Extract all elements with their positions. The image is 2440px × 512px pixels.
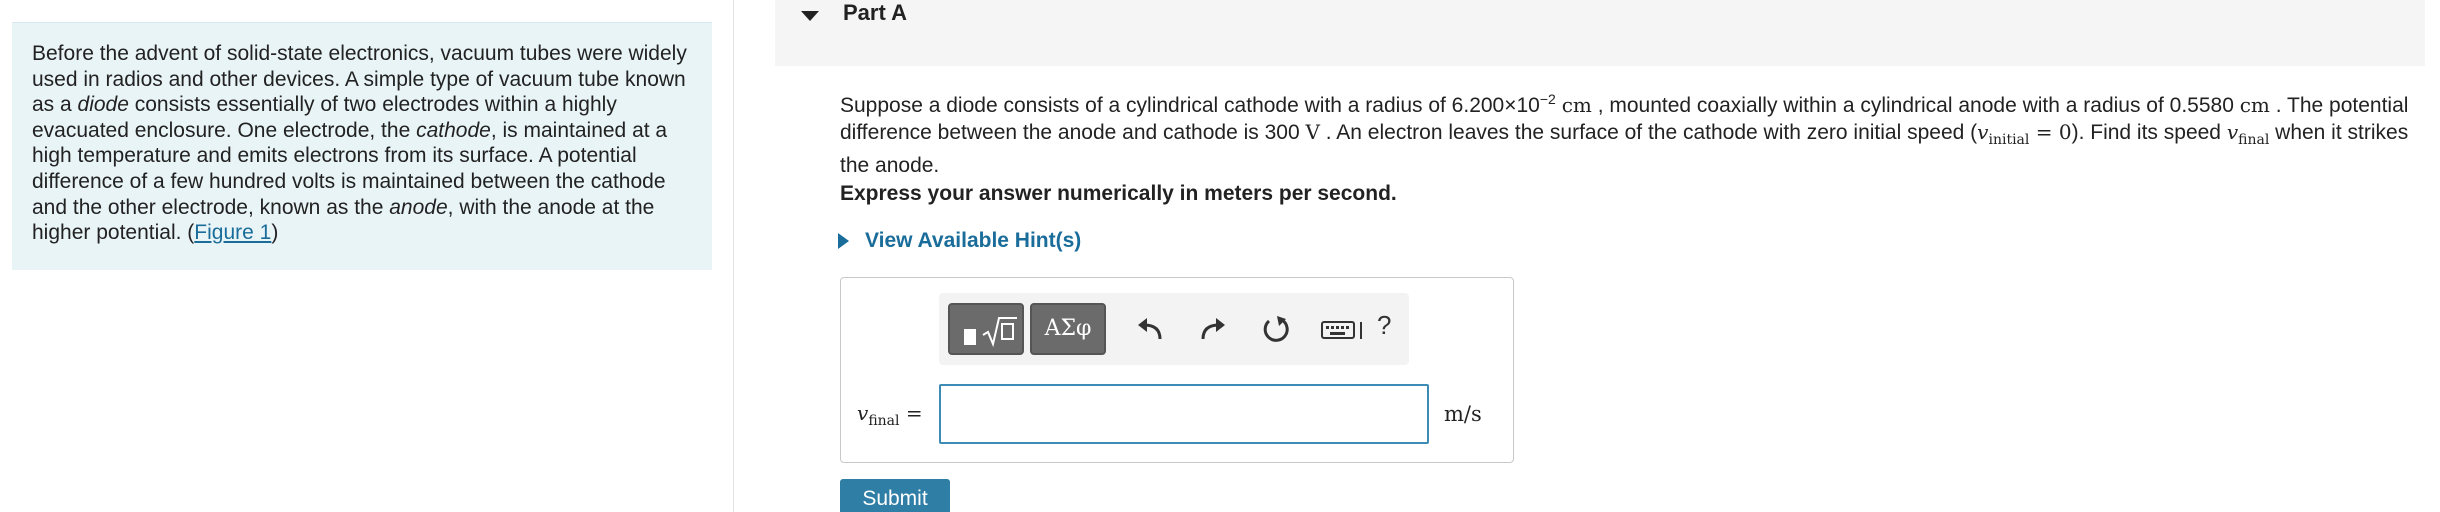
answer-instruction: Express your answer numerically in meter… (840, 182, 1397, 205)
answer-box: ΑΣφ ? vfinal = m/s (840, 277, 1514, 463)
subscript-initial: initial (1988, 132, 2030, 148)
exponent: −2 (1539, 91, 1556, 107)
answer-unit: m/s (1444, 402, 1482, 426)
radical-icon (982, 317, 1017, 347)
intro-diode-term: diode (77, 93, 129, 117)
help-button[interactable]: ? (1377, 310, 1391, 341)
view-hints-label: View Available Hint(s) (865, 229, 1082, 252)
column-divider (733, 0, 734, 512)
subscript-final: final (2238, 132, 2270, 148)
problem-text: . An electron leaves the surface of the … (1319, 121, 1978, 144)
greek-symbols-button[interactable]: ΑΣφ (1030, 303, 1106, 355)
unit-cm: cm (1561, 93, 1592, 117)
unit-volt: V (1305, 120, 1320, 144)
intro-anode-term: anode (389, 195, 448, 219)
template-square-icon (964, 329, 976, 345)
v-initial-expression: vinitial = 0 (1977, 120, 2072, 148)
part-header: Part A (775, 0, 2425, 66)
intro-text: ) (271, 221, 279, 245)
problem-text: ). Find its speed (2071, 121, 2227, 144)
redo-icon[interactable] (1197, 313, 1229, 345)
equals-sign: = (899, 401, 923, 425)
figure-link[interactable]: Figure 1 (194, 221, 271, 244)
answer-variable-label: vfinal = (857, 401, 923, 429)
problem-text: Suppose a diode consists of a cylindrica… (840, 94, 1540, 117)
undo-icon[interactable] (1134, 313, 1166, 345)
var-v: v (1977, 120, 1989, 144)
intro-cathode-term: cathode (416, 118, 491, 142)
view-hints-link[interactable]: View Available Hint(s) (838, 229, 1081, 253)
var-v: v (2226, 120, 2239, 144)
collapse-triangle-icon[interactable] (799, 9, 821, 23)
v-final-expression: vfinal (2226, 120, 2270, 148)
unit-cm: cm (2239, 93, 2270, 117)
intro-panel: Before the advent of solid-state electro… (12, 22, 712, 270)
math-toolbar: ΑΣφ ? (939, 293, 1409, 365)
templates-button[interactable] (948, 303, 1024, 355)
problem-text: , mounted coaxially within a cylindrical… (1591, 94, 2240, 117)
reset-icon[interactable] (1260, 313, 1292, 345)
var-v: v (857, 401, 869, 425)
expand-triangle-icon (838, 233, 849, 249)
subscript-final: final (868, 413, 900, 429)
keyboard-icon[interactable] (1321, 313, 1365, 345)
answer-input[interactable] (939, 384, 1429, 444)
part-title: Part A (843, 0, 907, 25)
submit-button[interactable]: Submit (840, 479, 950, 512)
equals-zero: = 0 (2029, 120, 2072, 144)
problem-statement: Suppose a diode consists of a cylindrica… (840, 86, 2430, 179)
